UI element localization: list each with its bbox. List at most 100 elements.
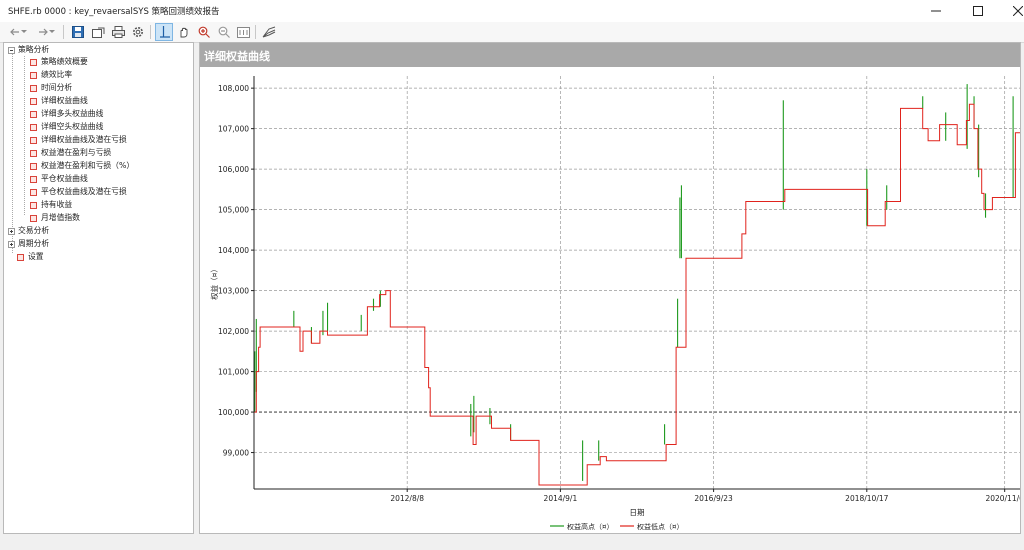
zoom-in-button[interactable] bbox=[195, 23, 213, 41]
y-tick-label: 103,000 bbox=[218, 287, 249, 296]
tree-item-time-analysis[interactable]: 时间分析 bbox=[30, 82, 72, 94]
y-tick-label: 108,000 bbox=[218, 84, 249, 93]
zoom-out-button[interactable] bbox=[215, 23, 233, 41]
expand-icon[interactable] bbox=[8, 227, 15, 235]
tree-item-performance-ratios[interactable]: 绩效比率 bbox=[30, 69, 72, 81]
zoom-in-icon bbox=[198, 26, 210, 38]
pan-tool-button[interactable] bbox=[175, 23, 193, 41]
toolbar-separator bbox=[255, 25, 256, 39]
x-axis-label: 日期 bbox=[630, 508, 645, 517]
chart-style-icon bbox=[262, 26, 276, 38]
report-icon bbox=[30, 84, 37, 92]
y-tick-label: 101,000 bbox=[218, 368, 249, 377]
toolbar-separator bbox=[63, 25, 64, 39]
tree-group-period-analysis[interactable]: 周期分析 bbox=[8, 238, 49, 250]
window-title: SHFE.rb 0000 : key_revaersalSYS 策略回测绩效报告 bbox=[8, 7, 220, 17]
y-tick-label: 106,000 bbox=[218, 165, 249, 174]
legend-label-high: 权益高点（¤） bbox=[567, 522, 613, 531]
printer-icon bbox=[111, 26, 125, 38]
chart-icon bbox=[30, 175, 37, 183]
tree-item-closed-equity-curve[interactable]: 平仓权益曲线 bbox=[30, 173, 88, 185]
report-icon bbox=[30, 71, 37, 79]
x-tick-label: 2016/9/23 bbox=[694, 494, 733, 503]
low-series-line bbox=[254, 103, 1020, 486]
expand-icon[interactable] bbox=[8, 240, 15, 248]
tree-group-trade-analysis[interactable]: 交易分析 bbox=[8, 225, 49, 237]
chart-icon bbox=[30, 110, 37, 118]
minimize-button[interactable] bbox=[916, 0, 956, 22]
tree-group-label: 周期分析 bbox=[18, 239, 50, 248]
tree-item-closed-equity-drawdown[interactable]: 平仓权益曲线及潜在亏损 bbox=[30, 186, 127, 198]
export-button[interactable] bbox=[89, 23, 107, 41]
tree-item-short-equity-curve[interactable]: 详细空头权益曲线 bbox=[30, 121, 103, 133]
settings-icon bbox=[17, 253, 24, 261]
status-bar bbox=[0, 536, 1024, 550]
gear-icon bbox=[133, 27, 143, 37]
export-icon bbox=[91, 27, 104, 38]
panel-header: 详细权益曲线 bbox=[200, 43, 1020, 67]
chart-icon bbox=[30, 188, 37, 196]
minimize-icon bbox=[931, 10, 941, 12]
tree-group-label: 交易分析 bbox=[18, 226, 50, 235]
fit-view-button[interactable] bbox=[234, 23, 252, 41]
tree-item-potential-profit-loss-pct[interactable]: 权益潜在盈利和亏损（%） bbox=[30, 160, 134, 172]
chart-icon bbox=[30, 136, 37, 144]
chart-icon bbox=[30, 123, 37, 131]
x-tick-label: 2014/9/1 bbox=[544, 494, 578, 503]
chart-icon bbox=[30, 149, 37, 157]
tree-connector bbox=[12, 53, 13, 253]
collapse-icon[interactable] bbox=[8, 46, 15, 54]
hand-icon bbox=[180, 27, 188, 38]
close-icon bbox=[1013, 6, 1023, 16]
toolbar bbox=[0, 22, 1024, 43]
x-tick-label: 2012/8/8 bbox=[390, 494, 424, 503]
x-tick-label: 2018/10/17 bbox=[845, 494, 888, 503]
y-axis-label: 权益（¤） bbox=[209, 265, 219, 300]
y-tick-label: 102,000 bbox=[218, 327, 249, 336]
panel-title: 详细权益曲线 bbox=[204, 50, 270, 63]
back-dropdown[interactable] bbox=[19, 23, 29, 41]
crosshair-icon bbox=[160, 26, 170, 38]
fit-icon bbox=[236, 26, 250, 38]
y-tick-label: 107,000 bbox=[218, 125, 249, 134]
print-button[interactable] bbox=[109, 23, 127, 41]
tree-item-potential-profit-loss[interactable]: 权益潜在盈利与亏损 bbox=[30, 147, 111, 159]
close-button[interactable] bbox=[998, 0, 1024, 22]
tree-group-strategy-analysis[interactable]: 策略分析 bbox=[8, 44, 49, 56]
toolbar-separator bbox=[150, 25, 151, 39]
chart-icon bbox=[30, 162, 37, 170]
chevron-down-icon bbox=[21, 30, 27, 33]
forward-dropdown[interactable] bbox=[47, 23, 57, 41]
x-tick-label: 2020/11/6 bbox=[985, 494, 1020, 503]
y-tick-label: 100,000 bbox=[218, 408, 249, 417]
chart-style-button[interactable] bbox=[260, 23, 278, 41]
settings-button[interactable] bbox=[129, 23, 147, 41]
y-tick-label: 105,000 bbox=[218, 206, 249, 215]
navigation-tree: 策略分析 策略绩效概要 绩效比率 时间分析 详细权益曲线 详细多头权益曲线 详细… bbox=[3, 42, 194, 534]
tree-item-long-equity-curve[interactable]: 详细多头权益曲线 bbox=[30, 108, 103, 120]
chart-icon bbox=[30, 201, 37, 209]
chart-icon bbox=[30, 97, 37, 105]
legend-label-low: 权益低点（¤） bbox=[637, 522, 683, 531]
tree-item-monthly-value-index[interactable]: 月增值指数 bbox=[30, 212, 80, 224]
chart-icon bbox=[30, 214, 37, 222]
tree-item-equity-curve[interactable]: 详细权益曲线 bbox=[30, 95, 88, 107]
tree-item-equity-curve-drawdown[interactable]: 详细权益曲线及潜在亏损 bbox=[30, 134, 127, 146]
tree-connector bbox=[24, 56, 25, 215]
report-icon bbox=[30, 58, 37, 66]
maximize-button[interactable] bbox=[958, 0, 998, 22]
equity-chart[interactable]: 99,000 100,000 101,000 102,000 103,000 104,00… bbox=[200, 67, 1020, 533]
tree-item-performance-summary[interactable]: 策略绩效概要 bbox=[30, 56, 88, 68]
save-button[interactable] bbox=[69, 23, 87, 41]
tree-group-label: 策略分析 bbox=[18, 45, 50, 54]
tree-item-settings[interactable]: 设置 bbox=[17, 251, 44, 263]
tree-item-holding-return[interactable]: 持有收益 bbox=[30, 199, 72, 211]
chevron-down-icon bbox=[49, 30, 55, 33]
y-tick-label: 104,000 bbox=[218, 246, 249, 255]
crosshair-tool-button[interactable] bbox=[155, 23, 173, 41]
chart-panel: 详细权益曲线 99,000 100,000 101,000 102,000 103,00… bbox=[199, 42, 1021, 534]
save-icon bbox=[72, 26, 84, 38]
zoom-out-icon bbox=[218, 26, 230, 38]
y-tick-label: 99,000 bbox=[223, 449, 249, 458]
title-bar: SHFE.rb 0000 : key_revaersalSYS 策略回测绩效报告 bbox=[0, 0, 1024, 22]
